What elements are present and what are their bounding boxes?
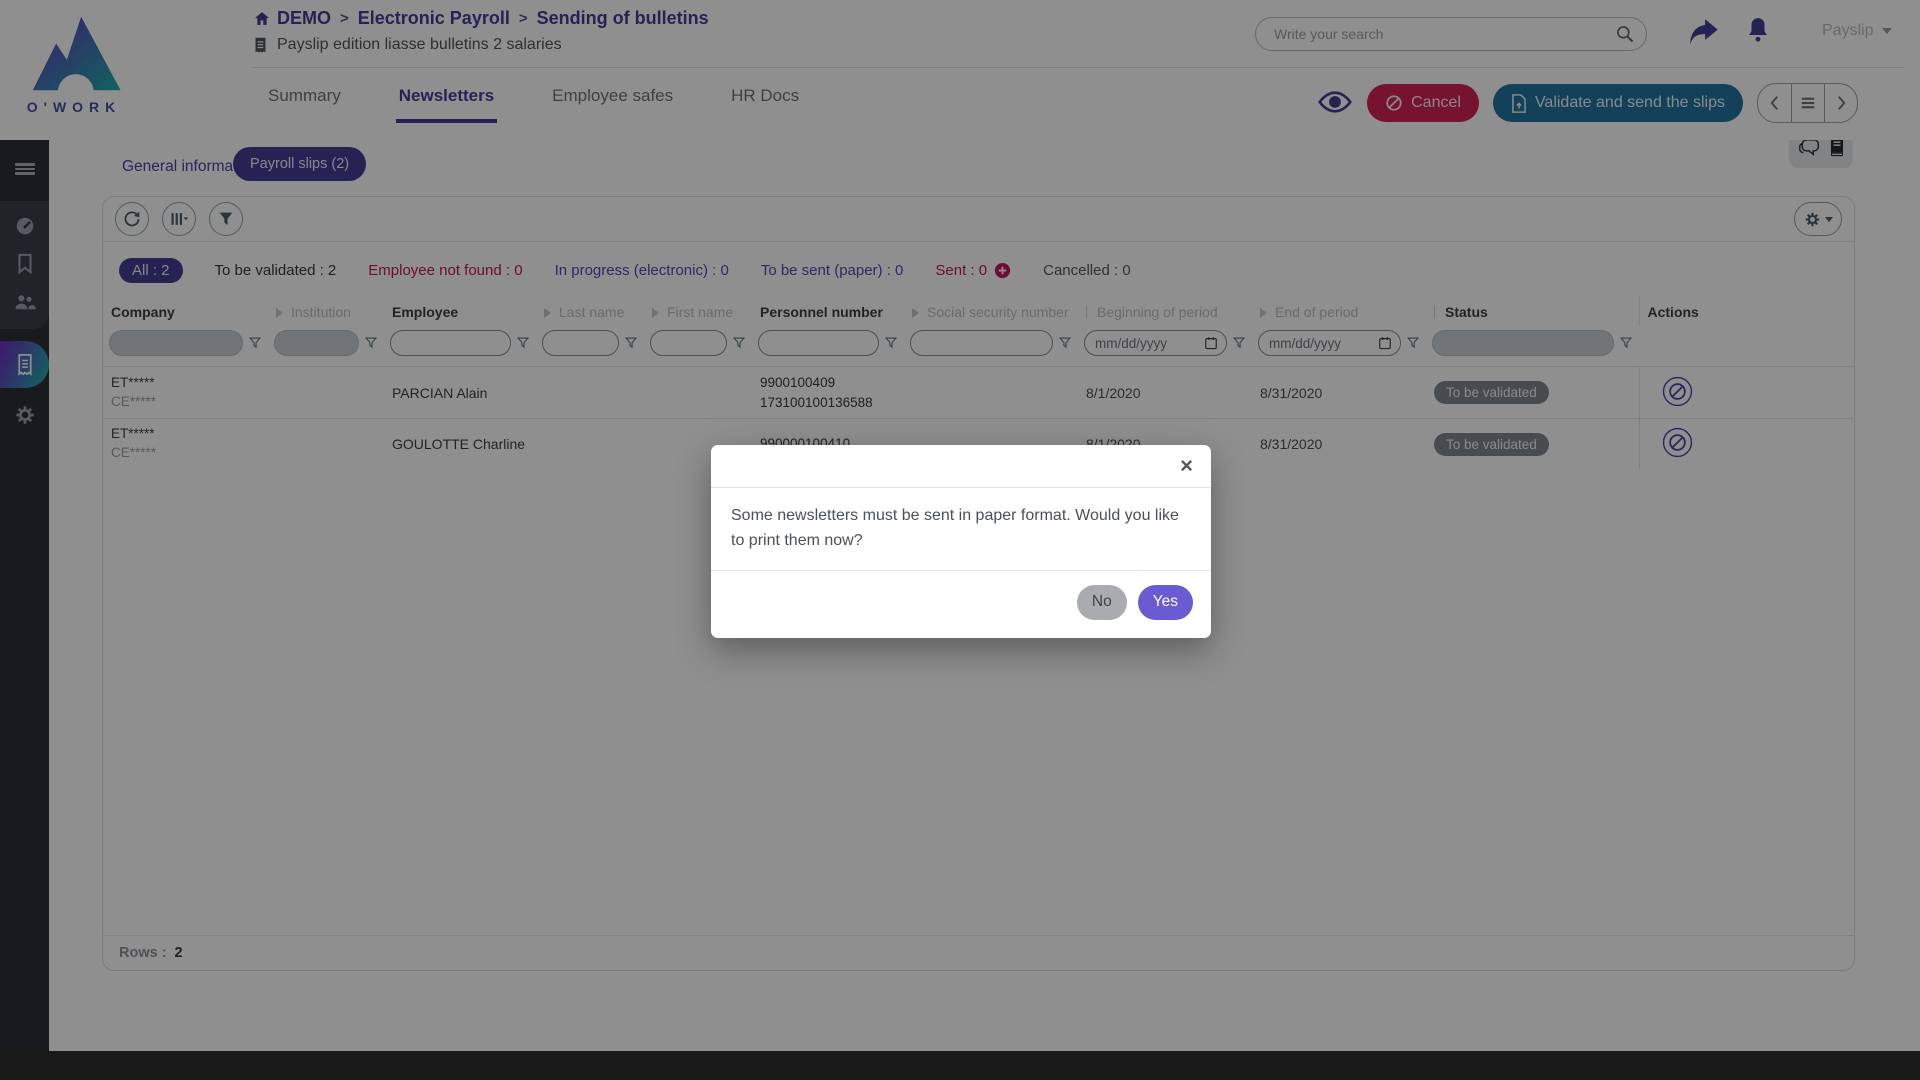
dialog-header: ×	[711, 445, 1211, 488]
print-confirmation-dialog: × Some newsletters must be sent in paper…	[711, 445, 1211, 638]
close-icon[interactable]: ×	[1178, 453, 1195, 479]
no-button[interactable]: No	[1077, 585, 1127, 620]
dialog-message: Some newsletters must be sent in paper f…	[711, 488, 1211, 571]
dialog-footer: No Yes	[711, 571, 1211, 638]
yes-button[interactable]: Yes	[1138, 585, 1193, 620]
